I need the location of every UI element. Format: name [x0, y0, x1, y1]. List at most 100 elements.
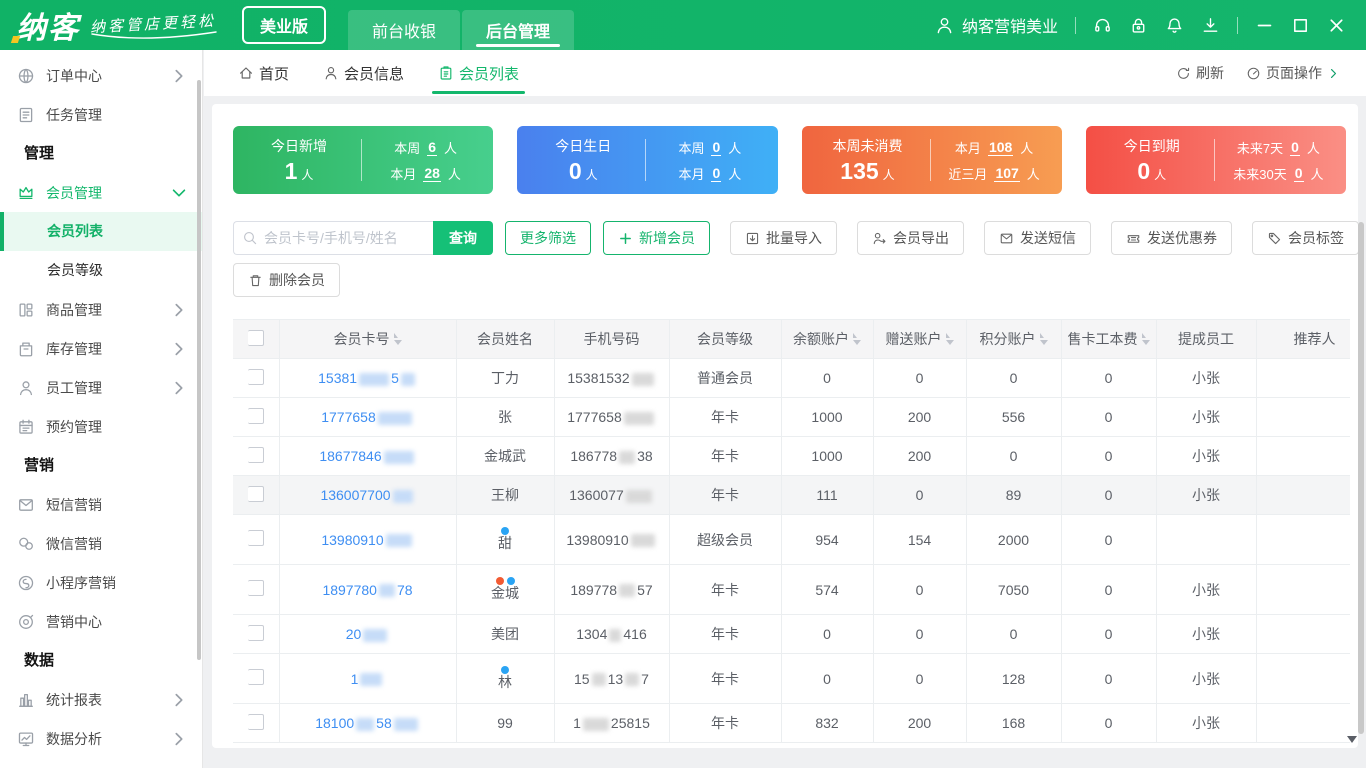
sidebar-item-goods-management[interactable]: 商品管理: [0, 290, 202, 329]
redacted-text: [360, 673, 383, 687]
member-card-no[interactable]: 1897780 78: [278, 564, 457, 615]
table-row[interactable]: 136007700 王柳 1360077 年卡 111 0 89 0 小张: [233, 475, 1350, 515]
column-header[interactable]: 售卡工本费: [1060, 319, 1157, 359]
member-card-no[interactable]: 13980910: [278, 514, 457, 565]
sidebar-scrollbar[interactable]: [197, 80, 201, 660]
lock-icon[interactable]: [1129, 16, 1148, 35]
sidebar-item-miniprogram-marketing[interactable]: 小程序营销: [0, 563, 202, 602]
home-icon: [238, 65, 254, 81]
analysis-icon: [17, 730, 35, 748]
account-menu[interactable]: 纳客营销美业: [935, 13, 1058, 37]
member-export-button[interactable]: 会员导出: [857, 221, 964, 255]
scroll-down-arrow[interactable]: [1347, 736, 1357, 748]
row-checkbox[interactable]: [247, 624, 264, 641]
sidebar-item-order-center[interactable]: 订单中心: [0, 56, 202, 95]
row-checkbox[interactable]: [247, 669, 264, 685]
row-checkbox[interactable]: [247, 446, 264, 463]
commission-staff: [1155, 514, 1257, 565]
sidebar-item-sms-marketing[interactable]: 短信营销: [0, 485, 202, 524]
chevron-down-icon: [170, 184, 188, 202]
delete-member-button[interactable]: 删除会员: [233, 263, 340, 297]
column-header[interactable]: 会员卡号: [278, 319, 457, 359]
member-name: 林: [455, 653, 555, 704]
row-checkbox[interactable]: [247, 713, 264, 730]
search-button[interactable]: 查询: [433, 221, 493, 255]
column-header[interactable]: 赠送账户: [872, 319, 967, 359]
batch-import-button[interactable]: 批量导入: [730, 221, 837, 255]
redacted-text: [400, 372, 415, 386]
maximize-button[interactable]: [1291, 16, 1310, 35]
row-checkbox[interactable]: [247, 368, 264, 385]
sort-icon[interactable]: [393, 333, 402, 345]
window-scrollbar[interactable]: [1358, 222, 1364, 734]
today-birthday-card[interactable]: 今日生日 0 人本周 0 人本月 0 人: [517, 126, 778, 194]
commission-staff: 小张: [1155, 436, 1257, 476]
member-tag-button[interactable]: 会员标签: [1252, 221, 1358, 255]
add-member-button[interactable]: 新增会员: [603, 221, 710, 255]
sort-icon[interactable]: [945, 333, 954, 345]
front-cashier-tab[interactable]: 前台收银: [348, 10, 461, 50]
sidebar-item-member-management[interactable]: 会员管理: [0, 173, 202, 212]
today-expire-card[interactable]: 今日到期 0 人未来7天 0 人未来30天 0 人: [1085, 126, 1346, 194]
chevron-right-icon: [170, 67, 188, 85]
table-row[interactable]: 1897780 78 金城 189778 57 年卡 574 0 7050 0 小张: [233, 564, 1350, 615]
gift-account: 0: [872, 475, 967, 515]
more-filter-button[interactable]: 更多筛选: [505, 221, 591, 255]
member-card-no[interactable]: 1777658: [278, 397, 457, 437]
row-checkbox[interactable]: [247, 530, 264, 546]
sidebar-item-wechat-marketing[interactable]: 微信营销: [0, 524, 202, 563]
member-card-no[interactable]: 18677846: [278, 436, 457, 476]
sidebar-item-task-management[interactable]: 任务管理: [0, 95, 202, 134]
member-card-no[interactable]: 1: [278, 653, 457, 704]
page-actions-button[interactable]: 页面操作: [1246, 63, 1340, 83]
table-row[interactable]: 13980910 甜 13980910 超级会员 954 154 2000 0: [233, 514, 1350, 565]
member-card-no[interactable]: 20: [278, 614, 457, 654]
sidebar-item-booking-management[interactable]: 预约管理: [0, 407, 202, 446]
sidebar-item-member-level[interactable]: 会员等级: [0, 251, 202, 290]
sidebar-item-marketing-center[interactable]: 营销中心: [0, 602, 202, 641]
sidebar-item-data-analysis[interactable]: 数据分析: [0, 719, 202, 758]
row-checkbox[interactable]: [247, 407, 264, 424]
table-row[interactable]: 18677846 金城武 186778 38 年卡 1000 200 0 0 小张: [233, 436, 1350, 476]
headset-icon[interactable]: [1093, 16, 1112, 35]
week-no-consume-card[interactable]: 本周未消费 135 人本月 108 人近三月 107 人: [801, 126, 1062, 194]
row-checkbox[interactable]: [247, 485, 264, 502]
sort-icon[interactable]: [853, 333, 861, 345]
download-icon[interactable]: [1201, 16, 1220, 35]
card-fee: 0: [1060, 514, 1157, 565]
minimize-button[interactable]: [1255, 16, 1274, 35]
sort-icon[interactable]: [1141, 333, 1150, 345]
column-header[interactable]: 积分账户: [965, 319, 1062, 359]
sidebar-item-staff-management[interactable]: 员工管理: [0, 368, 202, 407]
select-all-checkbox[interactable]: [247, 329, 264, 346]
member-card-no[interactable]: 136007700: [278, 475, 457, 515]
table-row[interactable]: 1 林 15 13 7 年卡 0 0 128 0 小张: [233, 653, 1350, 704]
close-button[interactable]: [1327, 16, 1346, 35]
today-new-card[interactable]: 今日新增 1 人本周 6 人本月 28 人: [233, 126, 494, 194]
table-row[interactable]: 1777658 张 1777658 年卡 1000 200 556 0 小张: [233, 397, 1350, 437]
table-row[interactable]: 15381 5 丁力 15381532 普通会员 0 0 0 0 小张: [233, 358, 1350, 398]
edition-badge[interactable]: 美业版: [242, 6, 327, 44]
member-card-no[interactable]: 15381 5: [278, 358, 457, 398]
member-card-no[interactable]: 18100 58: [278, 703, 457, 743]
sidebar-item-member-list[interactable]: 会员列表: [0, 212, 202, 251]
sidebar-item-inventory-management[interactable]: 库存管理: [0, 329, 202, 368]
send-coupon-button[interactable]: 发送优惠券: [1111, 221, 1232, 255]
row-checkbox[interactable]: [247, 580, 264, 596]
table-row[interactable]: 20 美团 1304 416 年卡 0 0 0 0 小张: [233, 614, 1350, 654]
sms-icon: [17, 496, 35, 514]
backend-admin-tab[interactable]: 后台管理: [462, 10, 575, 50]
referrer: [1255, 653, 1350, 704]
tab-member-info[interactable]: 会员信息: [323, 50, 404, 96]
column-header[interactable]: 余额账户: [780, 319, 874, 359]
member-icon: [323, 65, 339, 81]
sidebar-item-statistics-report[interactable]: 统计报表: [0, 680, 202, 719]
tab-member-list[interactable]: 会员列表: [432, 50, 526, 96]
send-sms-button[interactable]: 发送短信: [984, 221, 1091, 255]
table-row[interactable]: 18100 58 99 1 25815 年卡 832 200 168 0 小张: [233, 703, 1350, 743]
bell-icon[interactable]: [1165, 16, 1184, 35]
tab-home[interactable]: 首页: [238, 50, 289, 96]
refresh-button[interactable]: 刷新: [1176, 63, 1224, 83]
sort-icon[interactable]: [1039, 333, 1048, 345]
search-input[interactable]: [233, 221, 433, 255]
